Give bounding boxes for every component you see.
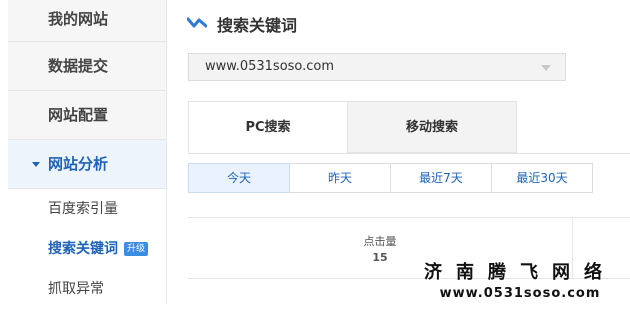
tab-pc-search[interactable]: PC搜索: [188, 101, 348, 153]
watermark: 济南腾飞网络 www.0531soso.com: [424, 258, 616, 301]
page-title: 搜索关键词: [217, 16, 298, 35]
site-select-value: www.0531soso.com: [205, 59, 335, 74]
chevron-down-icon: [541, 65, 551, 71]
chart-icon: [187, 17, 207, 28]
sidebar-item-site-config[interactable]: 网站配置: [8, 91, 166, 140]
sidebar-subitem-index-volume[interactable]: 百度索引量: [8, 189, 166, 229]
sidebar-item-data-submit[interactable]: 数据提交: [8, 42, 166, 91]
watermark-name: 济南腾飞网络: [424, 262, 616, 283]
sidebar-subitem-search-keywords[interactable]: 搜索关键词 升级: [8, 229, 166, 269]
range-today-button[interactable]: 今天: [188, 163, 290, 193]
sidebar-item-site-analysis[interactable]: 网站分析: [8, 140, 166, 189]
sidebar-subitem-crawl-errors[interactable]: 抓取异常: [8, 269, 166, 309]
date-range-buttons: 今天 昨天 最近7天 最近30天: [188, 163, 593, 193]
stat-label: 点击量: [363, 235, 397, 248]
tab-mobile-search[interactable]: 移动搜索: [347, 101, 517, 153]
caret-down-icon: [32, 162, 40, 167]
upgrade-badge: 升级: [124, 242, 149, 256]
sidebar-item-label: 网站分析: [48, 155, 109, 173]
range-yesterday-button[interactable]: 昨天: [289, 163, 391, 193]
range-30days-button[interactable]: 最近30天: [491, 163, 593, 193]
sidebar-item-my-site[interactable]: 我的网站: [8, 0, 166, 42]
sidebar-subitem-label: 搜索关键词: [48, 241, 118, 257]
watermark-url: www.0531soso.com: [439, 286, 601, 301]
site-select[interactable]: www.0531soso.com: [188, 53, 566, 81]
search-type-tabs: PC搜索 移动搜索: [188, 101, 630, 154]
range-7days-button[interactable]: 最近7天: [390, 163, 492, 193]
sidebar: 我的网站 数据提交 网站配置 网站分析 百度索引量 搜索关键词 升级 抓取异常: [8, 0, 167, 304]
